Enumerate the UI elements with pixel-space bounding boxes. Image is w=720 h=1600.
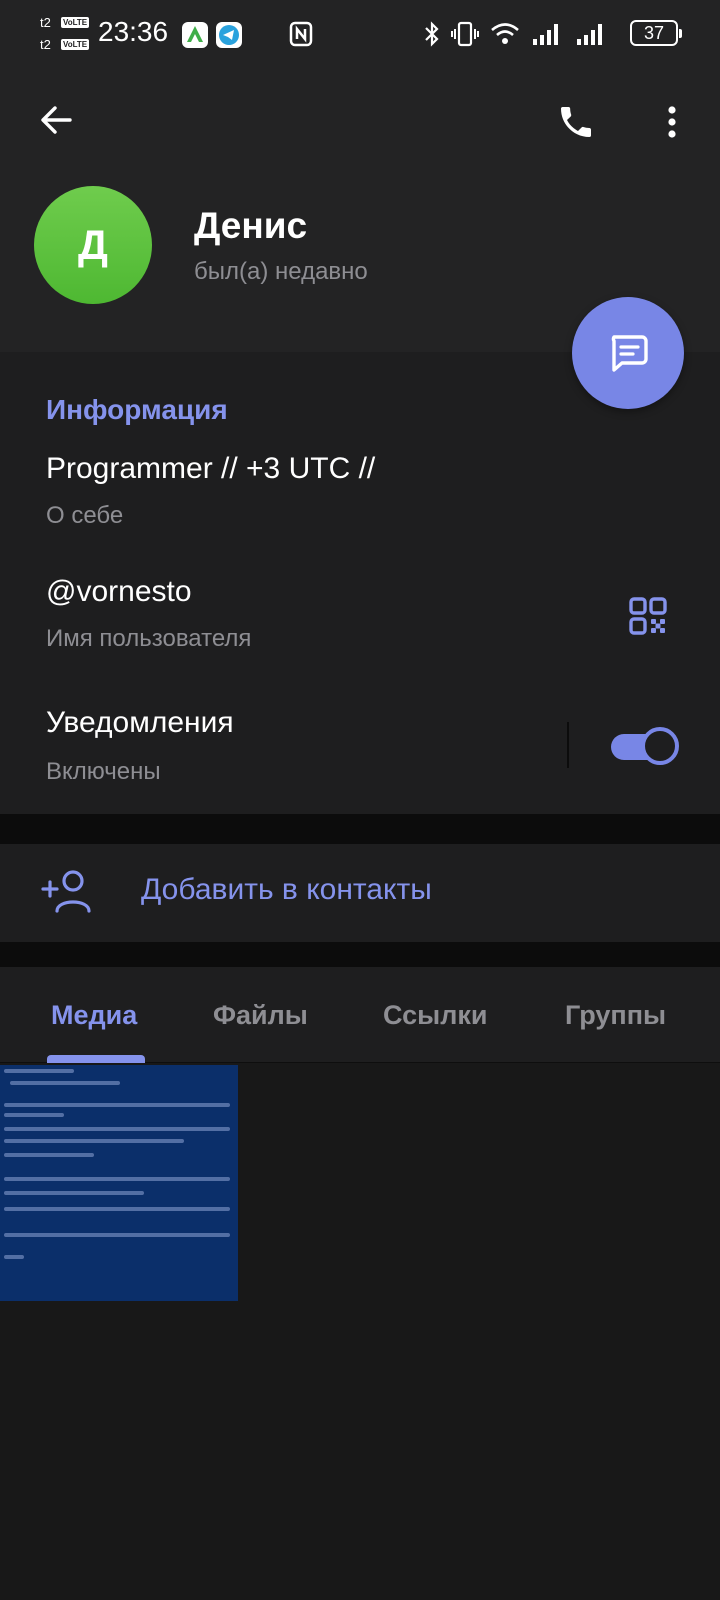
qr-code-button[interactable]	[620, 588, 676, 644]
last-seen-status: был(а) недавно	[194, 258, 368, 285]
sim2-label: t2	[40, 36, 51, 52]
back-button[interactable]	[28, 92, 84, 148]
add-user-icon	[38, 866, 94, 916]
notifications-divider	[567, 722, 569, 768]
status-bar: t2 VoLTE t2 VoLTE 23:36 37	[0, 0, 720, 70]
volte-badge: VoLTE	[61, 38, 90, 50]
avatar[interactable]: Д	[34, 186, 152, 304]
qr-code-icon	[629, 597, 667, 635]
section-gap	[0, 814, 720, 844]
battery-indicator: 37	[630, 20, 682, 46]
status-clock: 23:36	[98, 16, 169, 47]
bio-text[interactable]: Programmer // +3 UTC //	[46, 452, 375, 486]
nfc-icon	[288, 20, 314, 48]
add-contact-label[interactable]: Добавить в контакты	[141, 873, 432, 907]
media-thumbnail[interactable]	[0, 1065, 238, 1301]
toggle-knob	[641, 727, 679, 765]
section-gap	[0, 942, 720, 967]
bluetooth-icon	[422, 20, 442, 48]
wifi-icon	[488, 20, 522, 48]
more-vertical-icon	[668, 106, 676, 138]
telegram-icon	[216, 22, 242, 48]
call-button[interactable]	[548, 94, 604, 150]
volte-badge: VoLTE	[61, 16, 90, 28]
android-app-icon	[182, 22, 208, 48]
username-label: Имя пользователя	[46, 625, 252, 652]
notifications-toggle[interactable]	[609, 727, 679, 765]
sim1-label: t2	[40, 14, 51, 30]
phone-icon	[561, 107, 591, 137]
info-section-title: Информация	[46, 394, 228, 425]
tab-links[interactable]: Ссылки	[383, 1000, 487, 1031]
active-tab-indicator	[47, 1055, 145, 1063]
bio-label: О себе	[46, 502, 124, 529]
message-icon	[611, 335, 648, 372]
profile-name: Денис	[194, 205, 308, 246]
sim-indicators: t2 VoLTE t2 VoLTE	[40, 12, 90, 56]
send-message-fab[interactable]	[572, 297, 684, 409]
more-menu-button[interactable]	[644, 94, 700, 150]
tab-files[interactable]: Файлы	[213, 1000, 308, 1031]
vibrate-icon	[450, 20, 480, 48]
notifications-state: Включены	[46, 758, 161, 785]
signal-icon	[574, 20, 608, 48]
signal-icon	[530, 20, 564, 48]
notifications-title[interactable]: Уведомления	[46, 706, 234, 740]
username-text[interactable]: @vornesto	[46, 575, 192, 609]
tab-groups[interactable]: Группы	[565, 1000, 666, 1031]
tab-media[interactable]: Медиа	[51, 1000, 137, 1031]
arrow-left-icon	[41, 106, 72, 134]
